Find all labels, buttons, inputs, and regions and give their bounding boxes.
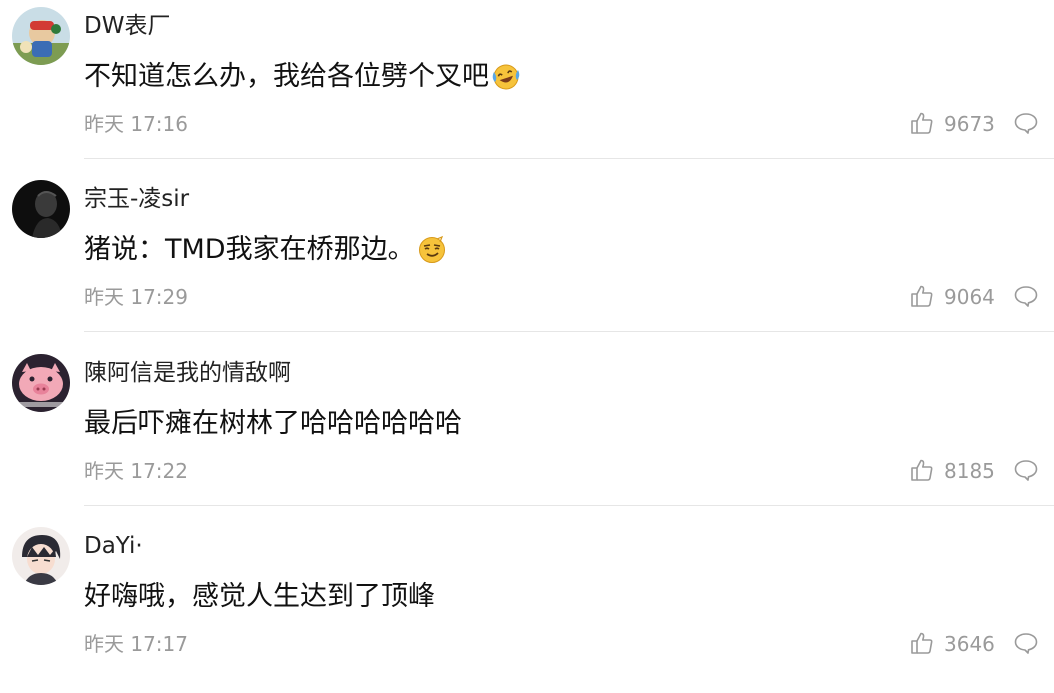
divider — [84, 505, 1054, 506]
divider — [84, 158, 1054, 159]
like-count: 9064 — [944, 285, 995, 309]
thumbs-up-icon[interactable] — [910, 458, 934, 482]
timestamp: 昨天 17:16 — [84, 112, 188, 136]
comment-text-row: 好嗨哦，感觉人生达到了顶峰 — [84, 577, 435, 617]
comment-item: DW表厂 不知道怎么办，我给各位劈个叉吧 昨天 17:16 9673 — [0, 0, 1054, 173]
comment-text: 猪说：TMD我家在桥那边。 — [84, 234, 415, 265]
username[interactable]: 宗玉-凌sir — [84, 184, 189, 214]
avatar[interactable] — [12, 527, 70, 585]
username[interactable]: DaYi· — [84, 531, 143, 561]
timestamp: 昨天 17:17 — [84, 632, 188, 656]
comment-item: 陳阿信是我的情敌啊 最后吓瘫在树林了哈哈哈哈哈哈 昨天 17:22 8185 — [0, 347, 1054, 520]
timestamp: 昨天 17:22 — [84, 459, 188, 483]
avatar[interactable] — [12, 180, 70, 238]
comment-text-row: 猪说：TMD我家在桥那边。 — [84, 230, 447, 270]
avatar[interactable] — [12, 7, 70, 65]
username[interactable]: DW表厂 — [84, 11, 170, 41]
like-count: 8185 — [944, 459, 995, 483]
username[interactable]: 陳阿信是我的情敌啊 — [84, 358, 291, 388]
comment-text: 好嗨哦，感觉人生达到了顶峰 — [84, 581, 435, 612]
like-count: 3646 — [944, 632, 995, 656]
comment-bubble-icon[interactable] — [1013, 284, 1039, 308]
like-count: 9673 — [944, 112, 995, 136]
comment-text: 不知道怎么办，我给各位劈个叉吧 — [84, 61, 489, 92]
comment-text: 最后吓瘫在树林了哈哈哈哈哈哈 — [84, 408, 462, 439]
comment-bubble-icon[interactable] — [1013, 631, 1039, 655]
comment-text-row: 最后吓瘫在树林了哈哈哈哈哈哈 — [84, 404, 462, 444]
comment-item: 宗玉-凌sir 猪说：TMD我家在桥那边。 昨天 17:29 9064 — [0, 173, 1054, 346]
thumbs-up-icon[interactable] — [910, 111, 934, 135]
avatar[interactable] — [12, 354, 70, 412]
smug-emoji-icon — [417, 235, 447, 265]
comment-item: DaYi· 好嗨哦，感觉人生达到了顶峰 昨天 17:17 3646 — [0, 520, 1054, 693]
thumbs-up-icon[interactable] — [910, 284, 934, 308]
divider — [84, 331, 1054, 332]
comment-bubble-icon[interactable] — [1013, 458, 1039, 482]
comment-bubble-icon[interactable] — [1013, 111, 1039, 135]
thumbs-up-icon[interactable] — [910, 631, 934, 655]
laughing-crying-emoji-icon — [491, 62, 521, 92]
comment-text-row: 不知道怎么办，我给各位劈个叉吧 — [84, 57, 521, 97]
timestamp: 昨天 17:29 — [84, 285, 188, 309]
